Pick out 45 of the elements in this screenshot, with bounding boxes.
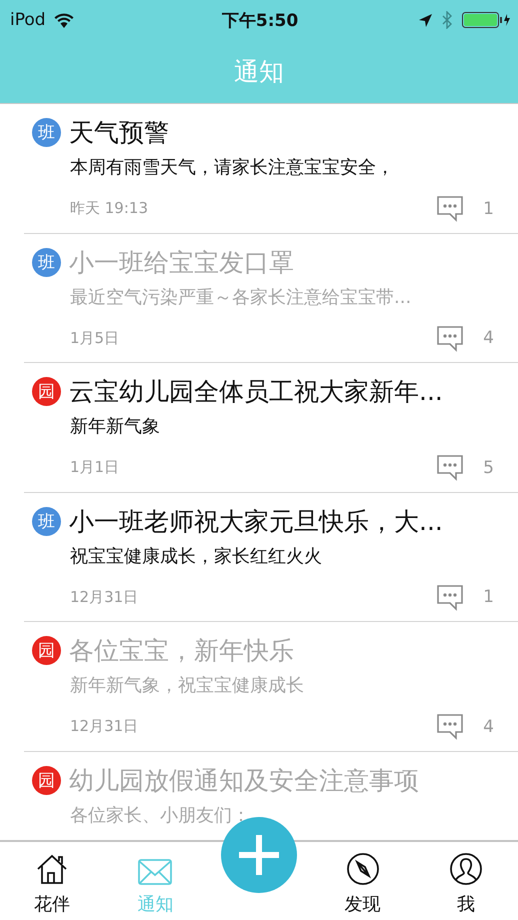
carrier-label: iPod (10, 10, 46, 30)
comment-count: 1 (482, 587, 494, 607)
comment-count: 4 (482, 716, 494, 736)
notice-preview: 本周有雨雪天气，请家长注意宝宝安全， (70, 156, 395, 179)
notice-title[interactable]: 小一班老师祝大家元旦快乐，大... (69, 504, 443, 538)
notice-preview: 新年新气象，祝宝宝健康成长 (70, 674, 305, 697)
plus-icon (239, 835, 279, 875)
comment-icon[interactable] (436, 454, 464, 481)
category-badge: 班 (32, 248, 61, 276)
tab-item[interactable]: 发现 (310, 842, 414, 920)
comment-count: 1 (482, 198, 494, 218)
category-badge: 园 (32, 636, 61, 665)
comment-icon[interactable] (436, 195, 464, 222)
notice-date: 12月31日 (70, 588, 140, 606)
category-badge: 园 (32, 766, 61, 794)
notice-title[interactable]: 云宝幼儿园全体员工祝大家新年... (69, 375, 443, 408)
notice-preview: 祝宝宝健康成长，家长红红火火 (70, 544, 323, 568)
notice-date: 1月5日 (70, 328, 120, 348)
comment-icon[interactable] (436, 324, 464, 352)
header-title: 通知 (234, 56, 284, 88)
notice-date: 昨天 19:13 (70, 199, 149, 218)
wifi-icon (54, 12, 74, 28)
tab-item[interactable]: 花伴 (0, 842, 104, 920)
notice-preview: 各位家长、小朋友们： (70, 804, 251, 826)
comment-count: 4 (482, 328, 494, 348)
notice-title[interactable]: 天气预警 (69, 116, 169, 149)
comment-icon[interactable] (436, 584, 464, 610)
bluetooth-icon (442, 11, 452, 29)
category-badge: 园 (32, 377, 61, 406)
envelope-icon (137, 858, 174, 886)
compass-icon (346, 852, 380, 886)
notice-date: 1月1日 (70, 458, 120, 477)
notice-date: 12月31日 (70, 717, 140, 736)
category-badge: 班 (32, 118, 61, 147)
notice-preview: 最近空气污染严重～各家长注意给宝宝带... (70, 286, 412, 308)
tab-item[interactable]: 我 (414, 842, 518, 920)
home-icon (34, 852, 69, 886)
category-badge: 班 (32, 506, 61, 536)
user-icon (449, 852, 484, 886)
notice-preview: 新年新气象 (70, 415, 161, 438)
location-arrow-icon (419, 14, 432, 26)
comment-icon[interactable] (436, 713, 464, 740)
comment-count: 5 (482, 458, 494, 478)
battery-icon (462, 12, 510, 28)
status-time: 下午5:50 (222, 10, 298, 32)
